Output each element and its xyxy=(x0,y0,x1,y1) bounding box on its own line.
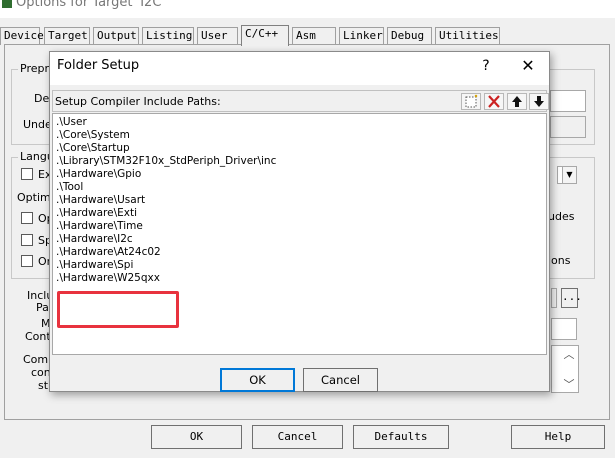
tab-listing[interactable]: Listing xyxy=(142,27,194,45)
list-item[interactable]: .\Hardware\Usart xyxy=(56,194,546,207)
list-item[interactable]: .\Hardware\W25qxx xyxy=(56,272,546,285)
list-item[interactable]: .\Hardware\Spi xyxy=(56,259,546,272)
delete-path-button[interactable] xyxy=(484,93,504,110)
list-item[interactable]: .\Hardware\I2c xyxy=(56,233,546,246)
tab-debug[interactable]: Debug xyxy=(387,27,432,45)
list-item[interactable]: .\Core\Startup xyxy=(56,142,546,155)
tab-c-cpp[interactable]: C/C++ xyxy=(241,25,289,46)
chevron-up-icon[interactable]: ︿ xyxy=(563,346,575,362)
include-paths-header: Setup Compiler Include Paths: xyxy=(52,90,549,112)
undefine-label: Unde xyxy=(23,118,52,131)
control-string-scroll[interactable]: ︿ ﹀ xyxy=(563,346,575,394)
highlight-box xyxy=(57,291,179,328)
dialog-cancel-button[interactable]: Cancel xyxy=(303,368,378,392)
define-field[interactable] xyxy=(550,90,586,112)
app-icon xyxy=(2,0,12,8)
delete-icon xyxy=(488,95,500,108)
misc-controls-field[interactable] xyxy=(551,318,577,340)
include-paths-header-label: Setup Compiler Include Paths: xyxy=(55,95,221,108)
warnings-select[interactable]: ▼ xyxy=(557,166,577,184)
list-item[interactable]: .\User xyxy=(56,116,546,129)
help-button[interactable]: Help xyxy=(511,425,605,449)
arrow-down-icon xyxy=(534,96,544,107)
list-item[interactable]: .\Hardware\Exti xyxy=(56,207,546,220)
tab-user[interactable]: User xyxy=(197,27,238,45)
tab-utilities[interactable]: Utilities xyxy=(435,27,500,45)
list-item[interactable]: .\Hardware\Time xyxy=(56,220,546,233)
move-down-button[interactable] xyxy=(529,93,549,110)
one-elf-checkbox[interactable] xyxy=(21,255,33,267)
help-icon[interactable]: ? xyxy=(475,55,497,77)
list-item[interactable]: .\Hardware\Gpio xyxy=(56,168,546,181)
defaults-button[interactable]: Defaults xyxy=(353,425,449,449)
ok-button[interactable]: OK xyxy=(151,425,242,449)
tab-asm[interactable]: Asm xyxy=(292,27,336,45)
dialog-body: Setup Compiler Include Paths: .\User .\C… xyxy=(50,85,549,392)
tab-target[interactable]: Target xyxy=(44,27,90,45)
split-sections-checkbox[interactable] xyxy=(21,234,33,246)
optimize-checkbox[interactable] xyxy=(21,212,33,224)
control-label: con xyxy=(31,366,51,379)
chevron-down-icon: ▼ xyxy=(562,167,576,183)
tab-output[interactable]: Output xyxy=(93,27,139,45)
dialog-ok-button[interactable]: OK xyxy=(220,368,295,392)
includes-option-label: udes xyxy=(548,210,575,223)
list-item[interactable]: .\Hardware\At24c02 xyxy=(56,246,546,259)
arrow-up-icon xyxy=(512,96,522,107)
cancel-button[interactable]: Cancel xyxy=(252,425,343,449)
dialog-title: Folder Setup xyxy=(57,58,140,73)
move-up-button[interactable] xyxy=(507,93,527,110)
close-icon[interactable]: ✕ xyxy=(516,55,540,77)
new-folder-icon xyxy=(465,94,478,108)
undefine-field[interactable] xyxy=(550,116,586,138)
tab-linker[interactable]: Linker xyxy=(339,27,384,45)
window-title: Options for Target 'I2C' xyxy=(16,0,165,10)
new-folder-button[interactable] xyxy=(461,93,481,110)
list-item[interactable]: .\Core\System xyxy=(56,129,546,142)
folder-setup-dialog: Folder Setup ? ✕ Setup Compiler Include … xyxy=(49,51,550,392)
extensions-option-label: ions xyxy=(548,254,571,267)
options-tab-bar: Device Target Output Listing User C/C++ … xyxy=(0,25,615,46)
tab-device[interactable]: Device xyxy=(0,27,44,45)
list-item[interactable]: .\Library\STM32F10x_StdPeriph_Driver\inc xyxy=(56,155,546,168)
chevron-down-icon[interactable]: ﹀ xyxy=(563,376,575,392)
include-paths-field[interactable] xyxy=(551,288,557,308)
window-titlebar: Options for Target 'I2C' xyxy=(0,0,615,18)
browse-include-paths-button[interactable]: ... xyxy=(561,288,582,308)
execute-only-checkbox[interactable] xyxy=(21,168,33,180)
list-item[interactable]: .\Tool xyxy=(56,181,546,194)
